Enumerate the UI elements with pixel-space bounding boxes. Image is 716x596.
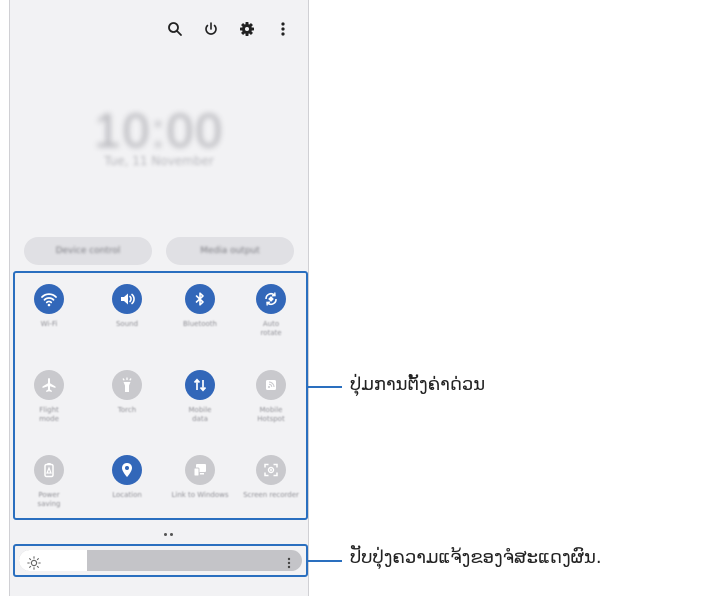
panel-toolbar (164, 18, 294, 40)
brightness-more-icon[interactable] (286, 555, 292, 569)
settings-icon[interactable] (236, 18, 258, 40)
tile-label: Link to Windows (171, 491, 229, 499)
tile-label: Sound (115, 320, 139, 328)
tile-bluetooth[interactable]: Bluetooth (170, 284, 230, 364)
more-options-icon[interactable] (272, 18, 294, 40)
tile-torch[interactable]: Torch (97, 370, 157, 450)
auto-rotate-icon (256, 284, 286, 314)
tile-label: Auto rotate (260, 320, 282, 337)
mobile-data-icon (185, 370, 215, 400)
device-control-label: Device control (55, 246, 121, 256)
wifi-icon (34, 284, 64, 314)
quick-settings-panel: Wi-Fi Sound Bluetooth Auto rotate Flight… (13, 271, 308, 520)
search-icon[interactable] (164, 18, 186, 40)
brightness-slider[interactable] (19, 550, 302, 571)
tile-label: Wi-Fi (40, 320, 58, 328)
torch-icon (112, 370, 142, 400)
clock-time: 10:00 (93, 105, 225, 158)
tile-auto-rotate[interactable]: Auto rotate (241, 284, 301, 364)
page-dot (164, 533, 167, 536)
brightness-callout-line (308, 560, 342, 562)
bluetooth-icon (185, 284, 215, 314)
power-icon[interactable] (200, 18, 222, 40)
tile-mobile-hotspot[interactable]: Mobile Hotspot (241, 370, 301, 450)
media-output-label: Media output (200, 246, 260, 256)
tile-label: Torch (117, 406, 137, 414)
tile-location[interactable]: Location (97, 455, 157, 535)
tile-label: Power saving (37, 491, 61, 508)
location-icon (112, 455, 142, 485)
brightness-control (13, 544, 308, 577)
tile-sound[interactable]: Sound (97, 284, 157, 364)
quick-settings-callout-line (308, 386, 342, 388)
tile-flight-mode[interactable]: Flight mode (19, 370, 79, 450)
brightness-callout-label: ປັບປຸ່ງຄວາມແຈ້ງຂອງຈໍສະແດງຜົນ. (350, 547, 602, 568)
quick-settings-callout-label: ປຸ່ມການຕັ້ງຄ່າດ່ວນ (350, 374, 486, 395)
tile-label: Mobile data (188, 406, 212, 423)
power-saving-icon (34, 455, 64, 485)
tile-label: Bluetooth (183, 320, 217, 328)
tile-label: Flight mode (39, 406, 59, 423)
flight-mode-icon (34, 370, 64, 400)
tile-label: Location (112, 491, 142, 499)
media-output-button[interactable]: Media output (166, 237, 294, 265)
tile-label: Screen recorder (243, 491, 299, 499)
sound-icon (112, 284, 142, 314)
link-to-windows-icon (185, 455, 215, 485)
hotspot-icon (256, 370, 286, 400)
tile-power-saving[interactable]: Power saving (19, 455, 79, 535)
tile-screen-recorder[interactable]: Screen recorder (241, 455, 301, 535)
tile-wifi[interactable]: Wi-Fi (19, 284, 79, 364)
tile-mobile-data[interactable]: Mobile data (170, 370, 230, 450)
screen-recorder-icon (256, 455, 286, 485)
tile-link-to-windows[interactable]: Link to Windows (170, 455, 230, 535)
clock-date: Tue, 11 November (104, 154, 214, 168)
device-control-button[interactable]: Device control (24, 237, 152, 265)
brightness-icon (27, 555, 41, 570)
tile-label: Mobile Hotspot (257, 406, 285, 423)
